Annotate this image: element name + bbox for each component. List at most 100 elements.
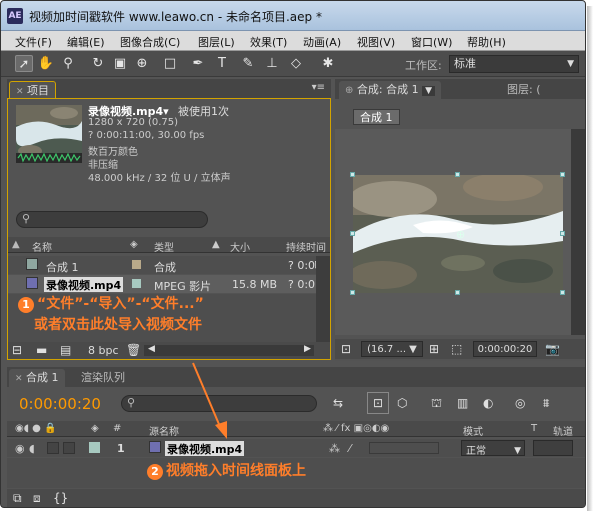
eye-icon[interactable]: ◉ [15,442,25,455]
transform-handle[interactable] [560,231,565,236]
comp-navigator-tab[interactable]: 合成 1 [353,109,400,125]
anchor-point-icon[interactable]: ⊕ [456,228,465,241]
col-t[interactable]: T [531,423,537,434]
selection-tool-icon[interactable]: ➚ [15,55,33,72]
project-row-comp[interactable]: 合成 1 合成 ? 0:0 ⊞ [8,256,330,274]
transform-handle[interactable] [560,290,565,295]
col-duration[interactable]: 持续时间 [286,239,326,254]
frame-blending-icon[interactable]: ▥ [457,395,468,411]
track-matte-select[interactable] [533,440,573,456]
col-track-matte[interactable]: 轨道 [553,423,573,438]
toggle-in-out-icon[interactable]: {} [53,490,68,506]
index-col[interactable]: # [113,423,121,434]
shy-switch-icon[interactable]: ⁂ [329,442,340,455]
col-type[interactable]: 类型 [154,239,174,254]
transform-handle[interactable] [350,231,355,236]
zoom-tool-icon[interactable]: ⚲ [59,55,77,72]
interpret-footage-icon[interactable]: ⊟ [12,342,22,358]
menu-edit[interactable]: 编辑(E) [67,34,105,50]
camera-tool-icon[interactable]: ▣ [111,55,129,72]
col-size[interactable]: 大小 [230,239,250,254]
trash-icon[interactable]: 🗑 [126,342,141,358]
comp-current-time[interactable]: 0:00:00:20 [473,341,537,357]
menu-composition[interactable]: 图像合成(C) [120,34,180,50]
item-name[interactable]: 录像视频.mp4 [44,277,124,292]
project-search-input[interactable]: ⚲ [16,211,208,228]
close-icon[interactable]: ✕ [16,87,24,97]
timeline-layer-row[interactable]: ◉ ◖ 1 录像视频.mp4 ⁂ ⁄ 正常 ▼ [7,439,585,457]
workspace-select[interactable]: 标准 ▼ [449,55,579,73]
project-vscroll[interactable] [316,256,330,342]
timeline-current-time[interactable]: 0:00:00:20 [19,395,101,413]
rotate-tool-icon[interactable]: ↻ [89,55,107,72]
label-color-swatch[interactable] [89,442,100,453]
motion-blur-icon[interactable]: ◐ [483,395,493,411]
scroll-right-icon[interactable]: ▶ [304,341,311,357]
label-col-icon[interactable]: ◈ [91,423,99,434]
quality-switch-icon[interactable]: ⁄ [349,442,351,455]
transform-handle[interactable] [560,172,565,177]
close-icon[interactable]: ✕ [15,374,23,384]
menu-view[interactable]: 视图(V) [357,34,395,50]
chevron-down-icon[interactable]: ▼ [422,86,436,96]
solo-toggle[interactable] [47,442,59,454]
hide-shy-icon[interactable]: ⛫ [431,395,442,411]
layer-switches[interactable] [369,442,439,454]
eraser-tool-icon[interactable]: ◇ [287,55,305,72]
av-features-icon[interactable]: ◉◖ ● 🔒 [15,423,57,434]
tab-layer[interactable]: 图层: ( [501,81,547,99]
transform-handle[interactable] [455,290,460,295]
mini-flowchart-icon[interactable]: ⇆ [333,395,343,411]
sort-icon[interactable]: ▲ [12,239,20,250]
draft-3d-icon[interactable]: ⬡ [397,395,407,411]
text-tool-icon[interactable]: T [213,55,231,72]
hand-tool-icon[interactable]: ✋ [37,55,55,72]
tab-timeline[interactable]: ✕ 合成 1 [9,369,65,387]
sort-up-icon[interactable]: ▲ [212,239,220,250]
transform-handle[interactable] [455,172,460,177]
comp-viewer[interactable]: ⊕ [335,129,571,335]
lock-toggle[interactable] [63,442,75,454]
new-composition-icon[interactable]: ▤ [60,342,71,358]
col-mode[interactable]: 模式 [463,423,483,438]
toggle-modes-icon[interactable]: ⧈ [33,490,41,506]
mask-visibility-icon[interactable]: ⬚ [451,341,462,357]
pan-behind-tool-icon[interactable]: ⊕ [133,55,151,72]
pen-tool-icon[interactable]: ✒ [189,55,207,72]
comp-vscroll[interactable] [571,129,585,335]
toggle-switches-icon[interactable]: ⧉ [13,490,22,506]
menu-effect[interactable]: 效果(T) [250,34,287,50]
project-row-footage[interactable]: 录像视频.mp4 MPEG 影片 15.8 MB ? 0:0 [8,275,330,293]
auto-keyframe-icon[interactable]: ⩩ [543,395,549,411]
col-name[interactable]: 名称 [32,239,52,254]
project-hscroll[interactable] [144,345,314,356]
always-preview-icon[interactable]: ⊡ [341,341,351,357]
grid-icon[interactable]: ⊞ [429,341,439,357]
col-source-name[interactable]: 源名称 [149,423,179,438]
scroll-left-icon[interactable]: ◀ [148,341,155,357]
rectangle-tool-icon[interactable]: □ [161,55,179,72]
brush-tool-icon[interactable]: ✎ [239,55,257,72]
switches-icon[interactable]: ⁂ ⁄ fx ▣◎◐◉ [323,423,389,434]
transform-handle[interactable] [350,290,355,295]
tab-composition[interactable]: ⊕ 合成: 合成 1 ▼ [339,81,442,99]
clone-stamp-tool-icon[interactable]: ⊥ [263,55,281,72]
menu-help[interactable]: 帮助(H) [467,34,506,50]
panel-menu-icon[interactable]: ▾≡ [312,82,325,93]
tab-project[interactable]: ✕ 项目 [9,81,57,99]
blend-mode-select[interactable]: 正常 ▼ [461,440,525,457]
tab-render-queue[interactable]: 渲染队列 [75,369,131,387]
menu-window[interactable]: 窗口(W) [411,34,452,50]
menu-animation[interactable]: 动画(A) [303,34,341,50]
new-folder-icon[interactable]: ▬ [36,342,47,358]
label-col-icon[interactable]: ◈ [130,239,138,250]
audio-icon[interactable]: ◖ [29,442,35,455]
live-update-icon[interactable]: ⊡ [367,392,389,414]
puppet-pin-tool-icon[interactable]: ✱ [319,55,337,72]
transform-handle[interactable] [350,172,355,177]
graph-editor-icon[interactable]: ◎ [515,395,525,411]
snapshot-icon[interactable]: 📷 [545,341,560,357]
color-depth[interactable]: 8 bpc [88,344,119,357]
menu-layer[interactable]: 图层(L) [198,34,235,50]
zoom-select[interactable]: (16.7 ... ▼ [361,341,423,357]
